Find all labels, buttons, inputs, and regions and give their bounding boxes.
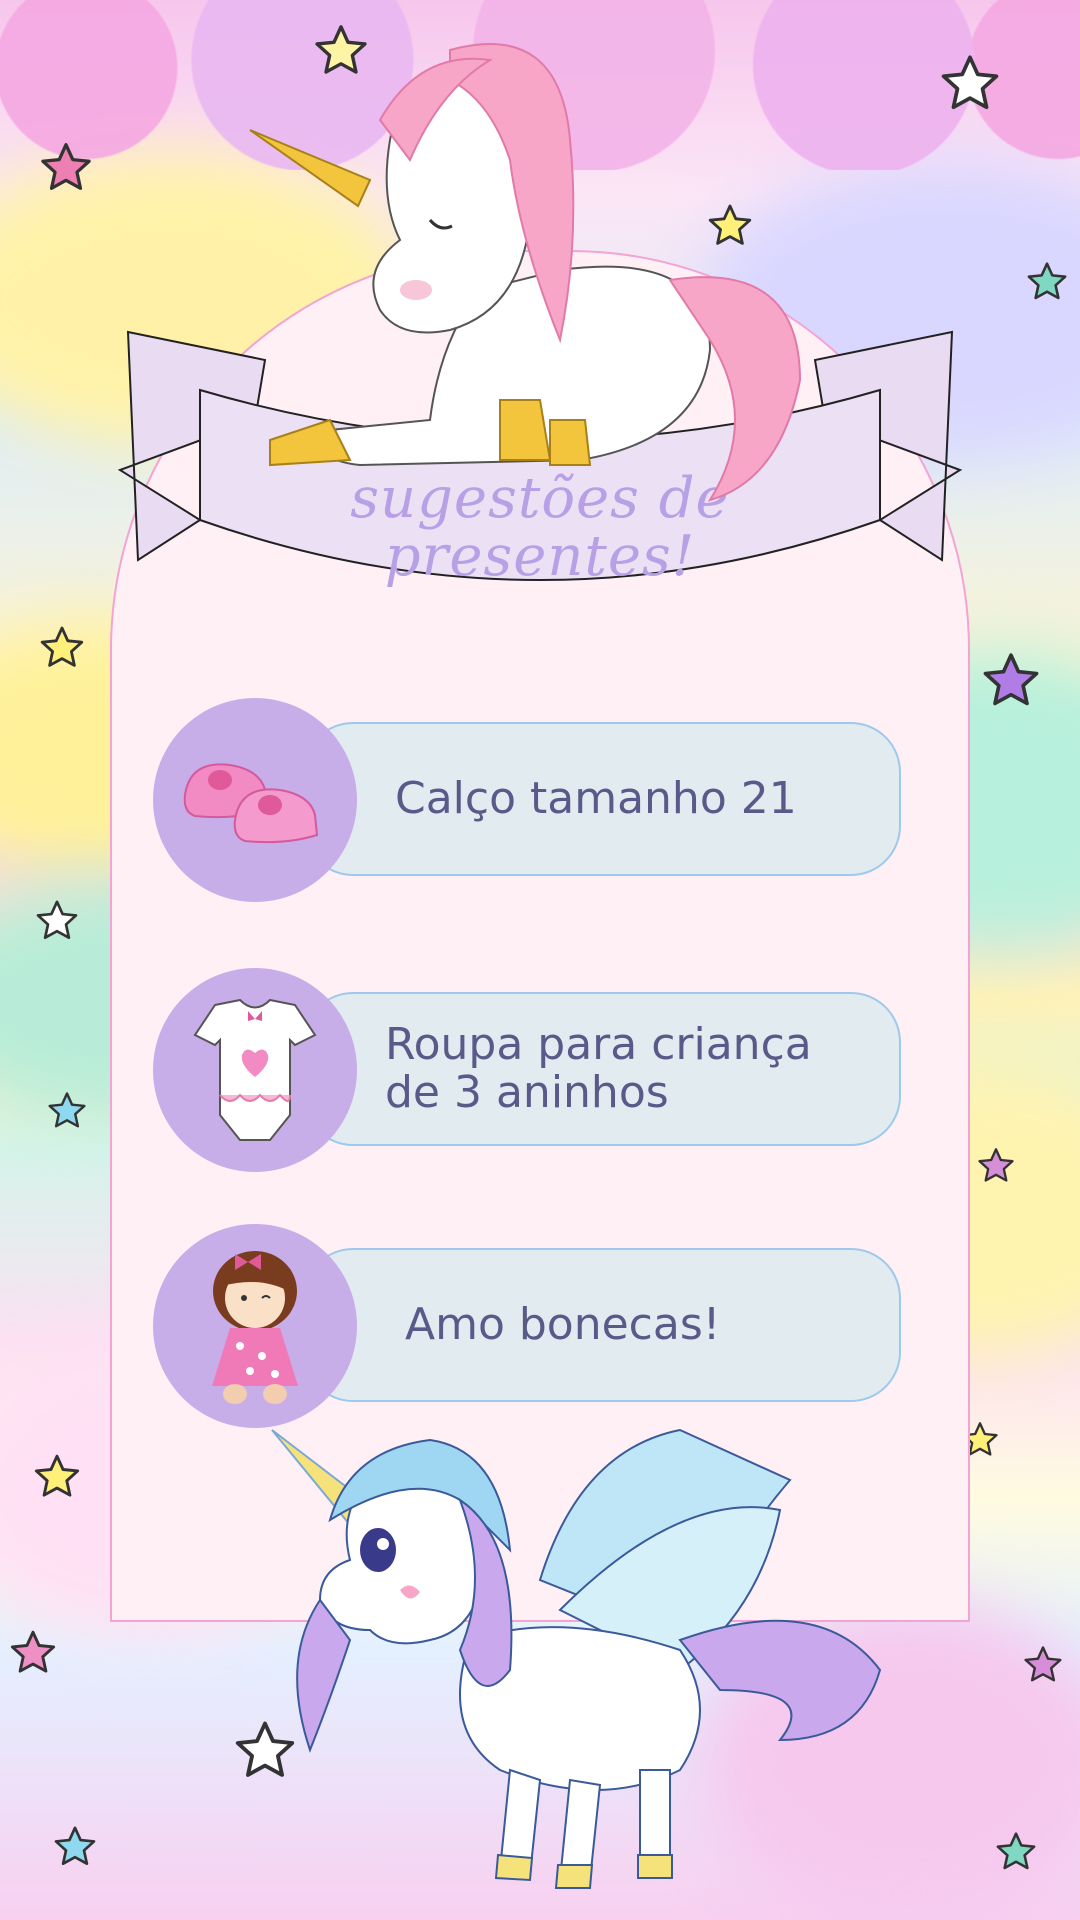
gift-icon-circle <box>153 968 357 1172</box>
star-icon <box>54 1826 96 1866</box>
gift-label: Calço tamanho 21 <box>395 773 797 824</box>
gift-label-pill: Amo bonecas! <box>303 1248 901 1402</box>
star-icon <box>996 1832 1036 1870</box>
gift-item-shoes: Calço tamanho 21 <box>153 698 901 902</box>
star-icon <box>34 1454 80 1497</box>
sleeping-unicorn-illustration <box>249 43 802 502</box>
star-icon <box>41 143 91 190</box>
star-icon <box>983 653 1039 706</box>
gift-label-line: de 3 aninhos <box>385 1067 669 1118</box>
gift-label-line: Roupa para criança <box>385 1019 812 1070</box>
gift-label: Amo bonecas! <box>405 1299 721 1350</box>
gift-label-pill: Calço tamanho 21 <box>303 722 901 876</box>
winged-unicorn-illustration <box>271 1428 882 1889</box>
star-icon <box>1024 1646 1062 1682</box>
doll-icon <box>212 1251 298 1404</box>
baby-bodysuit-icon <box>193 998 317 1141</box>
gift-item-clothes: Roupa para criança de 3 aninhos <box>153 968 901 1172</box>
star-icon <box>10 1630 56 1673</box>
gift-icon-circle <box>153 1224 357 1428</box>
gift-label-pill: Roupa para criança de 3 aninhos <box>303 992 901 1146</box>
title-line-2: presentes! <box>384 524 696 589</box>
star-icon <box>1027 262 1067 300</box>
gift-label: Roupa para criança de 3 aninhos <box>375 1021 812 1117</box>
gift-item-dolls: Amo bonecas! <box>153 1224 901 1428</box>
gift-icon-circle <box>153 698 357 902</box>
star-icon <box>36 900 78 940</box>
star-icon <box>48 1092 86 1128</box>
star-icon <box>978 1148 1014 1182</box>
baby-shoes-icon <box>183 763 319 844</box>
star-icon <box>941 55 999 110</box>
